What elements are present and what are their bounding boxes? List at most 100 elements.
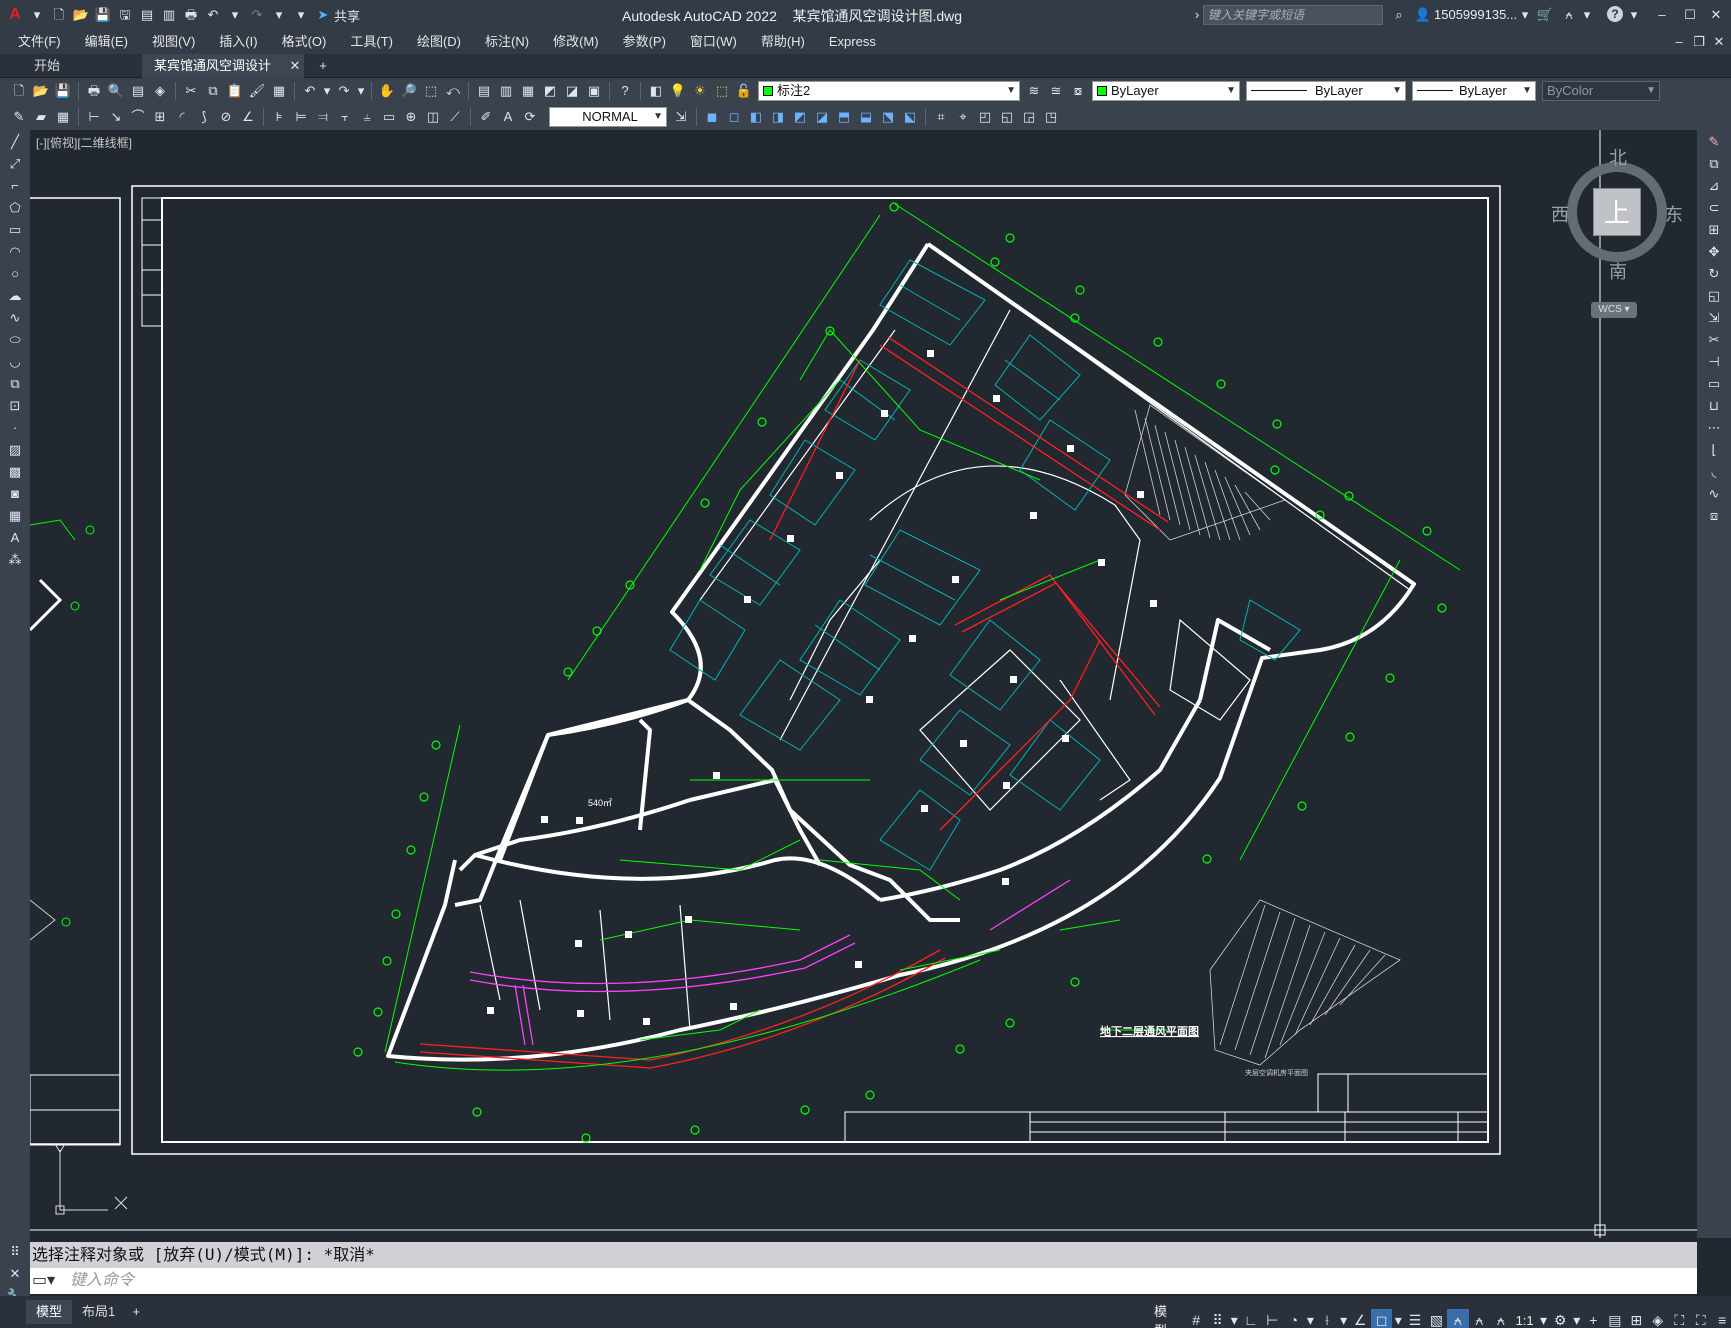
viewcube-top-face[interactable]: 上 bbox=[1593, 188, 1641, 236]
osnap-icon[interactable]: ◻ bbox=[1370, 1309, 1393, 1328]
undo-dropdown-icon[interactable]: ▾ bbox=[226, 6, 244, 24]
dim-radius-icon[interactable]: ◜ bbox=[173, 108, 191, 126]
tab-drawing[interactable]: 某宾馆通风空调设计图* bbox=[142, 53, 292, 97]
view-back-icon[interactable]: ◻ bbox=[725, 108, 743, 126]
revcloud-icon[interactable]: ☁ bbox=[3, 286, 27, 306]
dim-style-icon[interactable]: ▰ bbox=[32, 108, 50, 126]
autodesk-a360-icon[interactable]: ⍲ bbox=[1560, 6, 1578, 24]
undo2-dropdown-icon[interactable]: ▾ bbox=[323, 82, 331, 100]
layer-select[interactable]: 标注2 ▼ bbox=[758, 81, 1020, 101]
quick-properties-icon[interactable]: ⊞ bbox=[1626, 1309, 1647, 1328]
scale-dropdown-icon[interactable]: ▾ bbox=[1538, 1309, 1550, 1328]
plotstyle-select[interactable]: ByColor ▼ bbox=[1542, 81, 1660, 101]
iso-dropdown-icon[interactable]: ▾ bbox=[1338, 1309, 1350, 1328]
polar-icon[interactable]: ◔ bbox=[1283, 1309, 1304, 1328]
linetype-select[interactable]: ByLayer ▼ bbox=[1246, 81, 1406, 101]
menu-tools[interactable]: 工具(T) bbox=[338, 30, 405, 54]
redo2-icon[interactable]: ↷ bbox=[335, 82, 353, 100]
offset-icon[interactable]: ⊂ bbox=[1702, 198, 1726, 218]
auto-scale-icon[interactable]: ⍲ bbox=[1469, 1309, 1490, 1328]
text-style-select[interactable]: NORMAL ▼ bbox=[549, 107, 667, 127]
view-top-icon[interactable]: ⬔ bbox=[879, 108, 897, 126]
menu-modify[interactable]: 修改(M) bbox=[541, 30, 611, 54]
menu-edit[interactable]: 编辑(E) bbox=[73, 30, 140, 54]
dim-continue-icon[interactable]: ⫤ bbox=[314, 108, 332, 126]
autocad-logo-icon[interactable]: A bbox=[6, 6, 24, 24]
copy-icon[interactable]: ⧉ bbox=[204, 82, 222, 100]
properties-icon[interactable]: ▤ bbox=[475, 82, 493, 100]
layer-freeze-icon[interactable]: ☀ bbox=[691, 82, 709, 100]
dim-angular-icon[interactable]: ∠ bbox=[239, 108, 257, 126]
qsave-icon[interactable]: 💾 bbox=[54, 82, 72, 100]
mtext-icon[interactable]: A bbox=[3, 528, 27, 548]
user-name[interactable]: 1505999135... bbox=[1434, 7, 1517, 22]
polar-dropdown-icon[interactable]: ▾ bbox=[1305, 1309, 1317, 1328]
snap-dropdown-icon[interactable]: ▾ bbox=[1228, 1309, 1240, 1328]
menu-window[interactable]: 窗口(W) bbox=[678, 30, 749, 54]
tolerance-icon[interactable]: ▭ bbox=[380, 108, 398, 126]
search-input[interactable]: 键入关键字或短语 bbox=[1203, 5, 1383, 25]
viewcube[interactable]: 上 北 南 东 西 WCS ▾ bbox=[1551, 148, 1683, 330]
dim-ordinate-icon[interactable]: ⊞ bbox=[151, 108, 169, 126]
ucs-3point-icon[interactable]: ◲ bbox=[1020, 108, 1038, 126]
doc-close-icon[interactable]: ✕ bbox=[1710, 33, 1728, 51]
menu-file[interactable]: 文件(F) bbox=[6, 30, 73, 54]
move-icon[interactable]: ✥ bbox=[1702, 242, 1726, 262]
search-icon[interactable]: ⌕ bbox=[1390, 6, 1408, 24]
user-icon[interactable]: 👤 bbox=[1414, 6, 1432, 24]
user-dropdown-icon[interactable]: ▾ bbox=[1516, 6, 1534, 24]
save-as-icon[interactable]: 🖫 bbox=[116, 6, 134, 24]
save-web-icon[interactable]: ▥ bbox=[160, 6, 178, 24]
layer-lock-icon[interactable]: 🔓 bbox=[735, 82, 753, 100]
help2-icon[interactable]: ? bbox=[616, 82, 634, 100]
stretch-icon[interactable]: ⇲ bbox=[1702, 308, 1726, 328]
block-editor-icon[interactable]: ▦ bbox=[270, 82, 288, 100]
menu-format[interactable]: 格式(O) bbox=[270, 30, 339, 54]
dim-text-edit-icon[interactable]: A bbox=[499, 108, 517, 126]
ortho-icon[interactable]: ⊢ bbox=[1262, 1309, 1283, 1328]
sheet-set-icon[interactable]: ◩ bbox=[541, 82, 559, 100]
ucs-zaxis-icon[interactable]: ◱ bbox=[998, 108, 1016, 126]
model-space-button[interactable]: 模型 bbox=[1148, 1301, 1185, 1328]
layer-properties-icon[interactable]: ◧ bbox=[647, 82, 665, 100]
add-selected-icon[interactable]: ⁂ bbox=[3, 550, 27, 570]
view-sw-icon[interactable]: ⬓ bbox=[857, 108, 875, 126]
erase-icon[interactable]: ✎ bbox=[1702, 132, 1726, 152]
isolate-objects-icon[interactable]: ◈ bbox=[1647, 1309, 1668, 1328]
extend-icon[interactable]: ⊣ bbox=[1702, 352, 1726, 372]
osnap-dropdown-icon[interactable]: ▾ bbox=[1392, 1309, 1404, 1328]
hardware-accel-icon[interactable]: ⛶ bbox=[1669, 1309, 1690, 1328]
command-input[interactable]: ▭▾ 键入命令 bbox=[30, 1268, 1697, 1294]
color-select[interactable]: ByLayer ▼ bbox=[1092, 81, 1240, 101]
menu-express[interactable]: Express bbox=[817, 30, 888, 54]
command-prompt-icon[interactable]: ▭▾ bbox=[32, 1268, 55, 1294]
view-bottom-icon[interactable]: ⬕ bbox=[901, 108, 919, 126]
annotation-scale-icon[interactable]: ⍲ bbox=[1490, 1309, 1511, 1328]
open-file-icon[interactable]: 📂 bbox=[72, 6, 90, 24]
wcs-menu[interactable]: WCS ▾ bbox=[1591, 302, 1637, 318]
ellipse-arc-icon[interactable]: ◡ bbox=[3, 352, 27, 372]
dim-edit-icon[interactable]: ✐ bbox=[477, 108, 495, 126]
view-right-icon[interactable]: ◨ bbox=[769, 108, 787, 126]
customization-menu-icon[interactable]: ≡ bbox=[1711, 1309, 1731, 1328]
dim-baseline-icon[interactable]: ⊨ bbox=[292, 108, 310, 126]
circle-icon[interactable]: ○ bbox=[3, 264, 27, 284]
app-menu-arrow-icon[interactable]: ▾ bbox=[28, 6, 46, 24]
ucs-object-icon[interactable]: ◳ bbox=[1042, 108, 1060, 126]
annotation-scale-value[interactable]: 1:1 bbox=[1512, 1313, 1538, 1328]
view-nw-icon[interactable]: ◪ bbox=[813, 108, 831, 126]
open-icon[interactable]: 📂 bbox=[32, 82, 50, 100]
preview-icon[interactable]: 🔍 bbox=[107, 82, 125, 100]
layer-vp-icon[interactable]: ⬚ bbox=[713, 82, 731, 100]
table-style-icon[interactable]: ▦ bbox=[54, 108, 72, 126]
menu-view[interactable]: 视图(V) bbox=[140, 30, 207, 54]
xline-icon[interactable]: ⤢ bbox=[3, 154, 27, 174]
doc-restore-icon[interactable]: ❐ bbox=[1690, 33, 1708, 51]
help-icon[interactable]: ? bbox=[1607, 6, 1623, 22]
trim-icon[interactable]: ✂ bbox=[1702, 330, 1726, 350]
close-icon[interactable]: ✕ bbox=[1707, 6, 1725, 24]
drawing-svg[interactable]: 地下二层通风平面图 540㎡ 夹层空调机房平面图 bbox=[30, 130, 1697, 1238]
compass-west[interactable]: 西 bbox=[1551, 201, 1569, 227]
view-se-icon[interactable]: ⬒ bbox=[835, 108, 853, 126]
pan-icon[interactable]: ✋ bbox=[378, 82, 396, 100]
